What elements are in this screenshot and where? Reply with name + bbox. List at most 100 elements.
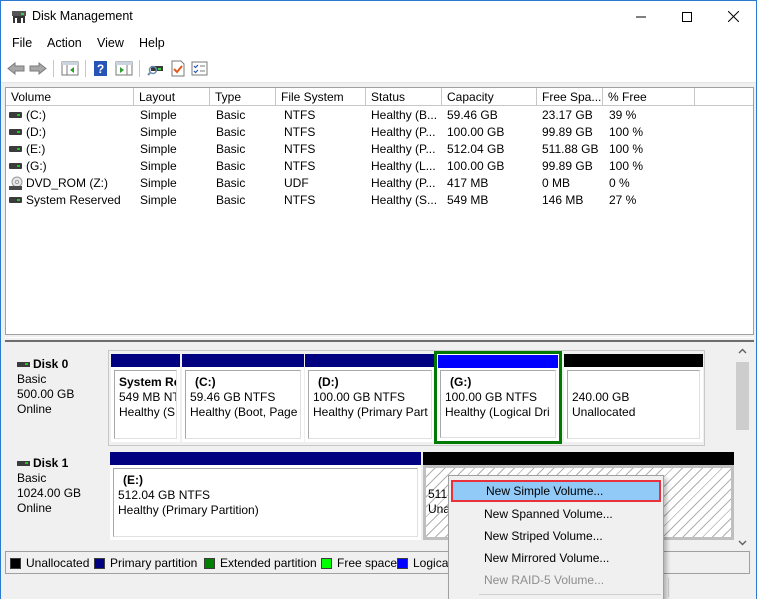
cell-capacity: 512.04 GB <box>447 142 505 156</box>
partition-type-bar <box>182 354 304 367</box>
cell-capacity: 59.46 GB <box>447 108 498 122</box>
legend-swatch <box>204 557 215 569</box>
column-header-type[interactable]: Type <box>210 88 276 106</box>
partition-c[interactable]: (C:) 59.46 GB NTFS Healthy (Boot, Page <box>182 354 304 442</box>
menu-file[interactable]: File <box>12 36 32 50</box>
column-header-layout[interactable]: Layout <box>134 88 210 106</box>
dvd-drive-icon <box>9 176 23 190</box>
drive-icon <box>9 112 22 118</box>
menu-item-new-striped-volume[interactable]: New Striped Volume... <box>451 525 661 547</box>
menu-separator <box>479 594 661 595</box>
column-header-capacity[interactable]: Capacity <box>442 88 537 106</box>
cell-free: 23.17 GB <box>542 108 593 122</box>
volume-row[interactable]: (C:) Simple Basic NTFS Healthy (B... 59.46 GB… <box>6 107 753 124</box>
toolbar-separator <box>53 60 54 77</box>
menu-item-new-raid5-volume: New RAID-5 Volume... <box>484 573 605 587</box>
cell-pct: 39 % <box>609 108 637 122</box>
cell-layout: Simple <box>140 125 177 139</box>
minimize-button[interactable] <box>618 1 664 32</box>
cell-fs: NTFS <box>284 142 316 156</box>
partition-d[interactable]: (D:) 100.00 GB NTFS Healthy (Primary Par… <box>305 354 435 442</box>
toolbar-separator <box>139 60 140 77</box>
show-hide-console-tree-icon[interactable] <box>61 60 79 77</box>
cell-volume: (D:) <box>26 125 46 139</box>
menu-item-new-mirrored-volume[interactable]: New Mirrored Volume... <box>451 547 661 569</box>
scroll-down-arrow-icon[interactable] <box>738 540 747 546</box>
disk-1-type: Basic <box>17 471 47 485</box>
close-icon <box>727 11 739 22</box>
menu-item-new-spanned-volume[interactable]: New Spanned Volume... <box>451 503 661 525</box>
menu-action[interactable]: Action <box>47 36 82 50</box>
drive-icon <box>9 163 22 169</box>
column-header-free-space[interactable]: Free Spa... <box>537 88 603 106</box>
maximize-button[interactable] <box>664 1 710 32</box>
close-button[interactable] <box>710 1 756 32</box>
disk-pane-scrollbar[interactable] <box>734 344 752 551</box>
disk-icon <box>17 362 30 367</box>
partition-e[interactable]: (E:) 512.04 GB NTFS Healthy (Primary Par… <box>110 452 421 540</box>
cell-status: Healthy (L... <box>371 159 436 173</box>
partition-system-reserved[interactable]: System Re 549 MB NT Healthy (S <box>111 354 180 442</box>
connect-drive-icon[interactable] <box>147 60 165 77</box>
cell-layout: Simple <box>140 176 177 190</box>
back-arrow-icon[interactable] <box>7 60 25 77</box>
cell-fs: UDF <box>284 176 309 190</box>
cell-status: Healthy (B... <box>371 108 438 122</box>
partition-type-bar <box>438 355 558 368</box>
cell-type: Basic <box>216 142 246 156</box>
column-header-file-system[interactable]: File System <box>276 88 366 106</box>
cell-volume: (C:) <box>26 108 46 122</box>
scroll-up-arrow-icon[interactable] <box>738 348 747 354</box>
disk-0-type: Basic <box>17 372 47 386</box>
context-menu: New Simple Volume... New Spanned Volume.… <box>448 475 664 599</box>
checklist-icon[interactable] <box>191 60 209 77</box>
partition-type-bar <box>111 354 180 367</box>
cell-type: Basic <box>216 193 246 207</box>
partition-unallocated-240gb[interactable]: 240.00 GB Unallocated <box>564 354 703 442</box>
forward-arrow-icon[interactable] <box>29 60 47 77</box>
cell-capacity: 100.00 GB <box>447 159 505 173</box>
volume-row[interactable]: System Reserved Simple Basic NTFS Healthy (S… <box>6 192 753 209</box>
menu-help[interactable]: Help <box>139 36 165 50</box>
window-title: Disk Management <box>32 9 133 23</box>
status-divider <box>668 578 669 597</box>
volume-row[interactable]: (D:) Simple Basic NTFS Healthy (P... 100.00 G… <box>6 124 753 141</box>
cell-volume: DVD_ROM (Z:) <box>26 176 108 190</box>
disk-1-label[interactable]: Disk 1 Basic 1024.00 GB Online <box>9 449 110 545</box>
cell-layout: Simple <box>140 108 177 122</box>
cell-volume: (G:) <box>26 159 47 173</box>
cell-free: 99.89 GB <box>542 159 593 173</box>
volume-row[interactable]: (G:) Simple Basic NTFS Healthy (L... 100.00 G… <box>6 158 753 175</box>
menu-view[interactable]: View <box>97 36 124 50</box>
volume-row[interactable]: DVD_ROM (Z:) Simple Basic UDF Healthy (P... 4… <box>6 175 753 192</box>
volume-row[interactable]: (E:) Simple Basic NTFS Healthy (P... 512.04 G… <box>6 141 753 158</box>
drive-icon <box>9 146 22 152</box>
legend-swatch <box>321 557 332 569</box>
properties-check-icon[interactable] <box>169 60 187 77</box>
show-hide-action-pane-icon[interactable] <box>115 60 133 77</box>
partition-g-selected[interactable]: (G:) 100.00 GB NTFS Healthy (Logical Dri <box>434 351 562 444</box>
scrollbar-thumb[interactable] <box>736 362 749 430</box>
toolbar-separator <box>85 60 86 77</box>
column-header-status[interactable]: Status <box>366 88 442 106</box>
menu-item-new-simple-volume[interactable]: New Simple Volume... <box>451 480 661 502</box>
drive-icon <box>9 197 22 203</box>
disk-0-label[interactable]: Disk 0 Basic 500.00 GB Online <box>9 350 110 446</box>
cell-capacity: 549 MB <box>447 193 489 207</box>
column-header-volume[interactable]: Volume <box>6 88 134 106</box>
cell-capacity: 417 MB <box>447 176 489 190</box>
help-icon[interactable]: ? <box>92 60 110 77</box>
disk-1-size: 1024.00 GB <box>17 486 82 500</box>
column-header-percent-free[interactable]: % Free <box>603 88 695 106</box>
legend-unallocated: Unallocated <box>10 556 89 570</box>
cell-free: 99.89 GB <box>542 125 593 139</box>
cell-fs: NTFS <box>284 159 316 173</box>
cell-fs: NTFS <box>284 193 316 207</box>
drive-icon <box>9 129 22 135</box>
legend-logical-drive: Logica <box>397 556 448 570</box>
legend-swatch <box>94 557 105 569</box>
pane-splitter[interactable] <box>5 337 754 342</box>
disk-0-size: 500.00 GB <box>17 387 75 401</box>
partition-type-bar <box>305 354 435 367</box>
cell-free: 511.88 GB <box>542 142 599 156</box>
